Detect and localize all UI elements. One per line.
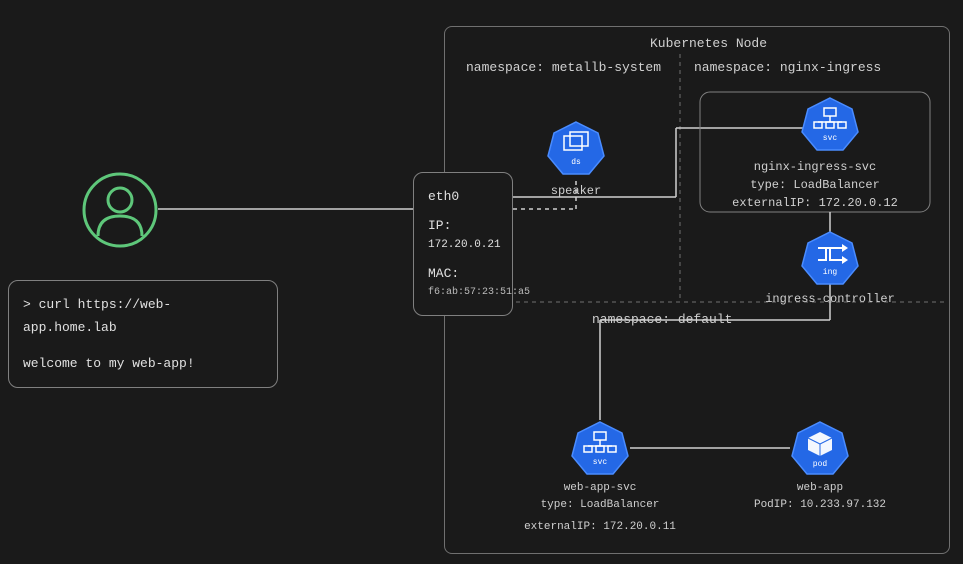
web-app-pod-ip: PodIP: 10.233.97.132 bbox=[750, 497, 890, 514]
terminal-box: > curl https://web-app.home.lab welcome … bbox=[8, 280, 278, 388]
nginx-svc-caption: nginx-ingress-svc type: LoadBalancer ext… bbox=[710, 158, 920, 212]
ingress-ctrl-caption: ingress-controller bbox=[760, 290, 900, 308]
nginx-svc-badge: svc bbox=[823, 134, 838, 143]
ingress-ctrl-heptagon: ing bbox=[800, 228, 860, 288]
terminal-command: curl https://web-app.home.lab bbox=[23, 297, 171, 335]
web-app-svc-extip: externalIP: 172.20.0.11 bbox=[520, 519, 680, 536]
web-app-svc-name: web-app-svc bbox=[520, 480, 680, 497]
eth0-title: eth0 bbox=[428, 187, 498, 208]
user-icon bbox=[80, 170, 160, 250]
ns-nginx-label: namespace: nginx-ingress bbox=[694, 60, 881, 75]
speaker-badge: ds bbox=[571, 158, 581, 167]
node-title: Kubernetes Node bbox=[650, 36, 767, 51]
web-app-svc-heptagon: svc bbox=[570, 418, 630, 478]
speaker-caption: speaker bbox=[546, 182, 606, 200]
web-app-pod-heptagon: pod bbox=[790, 418, 850, 478]
nginx-svc-name: nginx-ingress-svc bbox=[710, 158, 920, 176]
speaker-heptagon: ds bbox=[546, 118, 606, 178]
web-app-pod-caption: web-app PodIP: 10.233.97.132 bbox=[750, 480, 890, 513]
terminal-prompt: > bbox=[23, 297, 39, 312]
terminal-output: welcome to my web-app! bbox=[23, 352, 263, 375]
web-app-pod-badge: pod bbox=[813, 460, 828, 469]
eth0-ip: 172.20.0.21 bbox=[428, 237, 498, 255]
nginx-svc-type: type: LoadBalancer bbox=[710, 176, 920, 194]
eth0-box: eth0 IP: 172.20.0.21 MAC: f6:ab:57:23:51… bbox=[413, 172, 513, 316]
nginx-svc-heptagon: svc bbox=[800, 94, 860, 154]
ns-metallb-label: namespace: metallb-system bbox=[466, 60, 661, 75]
web-app-svc-badge: svc bbox=[593, 458, 608, 467]
web-app-svc-type: type: LoadBalancer bbox=[520, 497, 680, 514]
nginx-svc-extip: externalIP: 172.20.0.12 bbox=[710, 194, 920, 212]
ns-default-label: namespace: default bbox=[592, 312, 732, 327]
eth0-mac: f6:ab:57:23:51:a5 bbox=[428, 285, 498, 301]
web-app-svc-caption: web-app-svc type: LoadBalancer externalI… bbox=[520, 480, 680, 536]
ingress-ctrl-badge: ing bbox=[823, 268, 838, 277]
eth0-ip-label: IP: bbox=[428, 216, 498, 237]
web-app-pod-name: web-app bbox=[750, 480, 890, 497]
eth0-mac-label: MAC: bbox=[428, 264, 498, 285]
terminal-command-line: > curl https://web-app.home.lab bbox=[23, 293, 263, 340]
